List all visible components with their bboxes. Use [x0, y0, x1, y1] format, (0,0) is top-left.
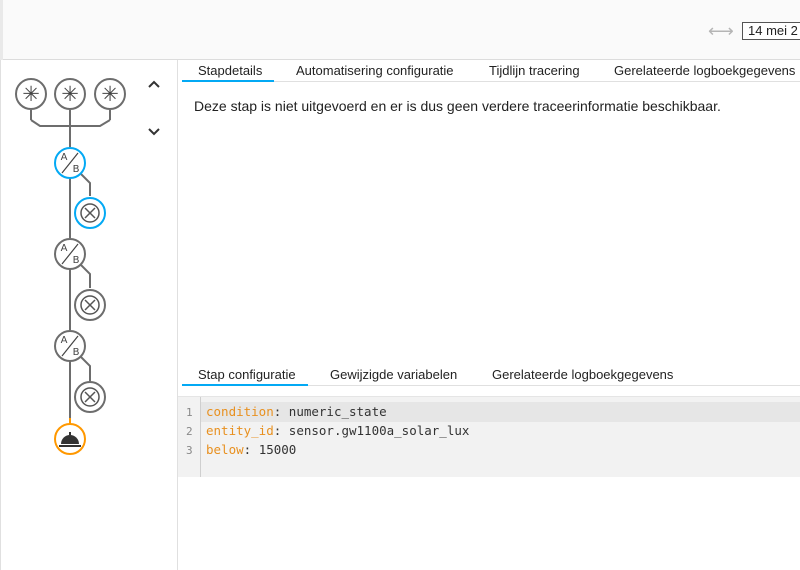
line-number-gutter: 1 2 3 — [178, 397, 201, 477]
date-field[interactable]: 14 mei 2 — [742, 22, 800, 40]
trace-details-panel: Stapdetails Automatisering configuratie … — [178, 60, 800, 570]
nav-down-button[interactable] — [143, 120, 165, 142]
toolbar-edge — [0, 0, 3, 60]
skip-node[interactable] — [74, 197, 106, 229]
yaml-value: 15000 — [251, 442, 297, 457]
yaml-code-editor[interactable]: 1 2 3 condition: numeric_state entity_id… — [178, 396, 800, 477]
svg-text:A: A — [61, 152, 68, 163]
trigger-node[interactable]: ✳ — [94, 78, 126, 110]
tab-related-logbook-bottom[interactable]: Gerelateerde logboekgegevens — [492, 367, 673, 383]
chevron-up-icon — [148, 80, 160, 88]
skip-node[interactable] — [74, 289, 106, 321]
yaml-value: sensor.gw1100a_solar_lux — [281, 423, 470, 438]
yaml-key: condition — [206, 404, 274, 419]
tab-trace-timeline[interactable]: Tijdlijn tracering — [489, 63, 580, 79]
line-number: 1 — [186, 406, 193, 419]
svg-text:A: A — [61, 335, 68, 346]
condition-node-active[interactable]: A B — [54, 147, 86, 179]
yaml-value: numeric_state — [281, 404, 387, 419]
bottom-tab-bar: Stap configuratie Gewijzigde variabelen … — [182, 364, 800, 386]
code-line: condition: numeric_state — [206, 404, 387, 419]
svg-text:B: B — [73, 347, 80, 358]
svg-text:B: B — [73, 164, 80, 175]
code-line: below: 15000 — [206, 442, 297, 457]
tab-step-config[interactable]: Stap configuratie — [182, 367, 308, 386]
svg-text:B: B — [73, 255, 80, 266]
tab-automation-config[interactable]: Automatisering configuratie — [296, 63, 454, 79]
tab-step-details[interactable]: Stapdetails — [181, 63, 275, 82]
top-toolbar: ⟷ 14 mei 2 — [0, 0, 800, 60]
skip-node[interactable] — [74, 381, 106, 413]
tab-changed-variables[interactable]: Gewijzigde variabelen — [330, 367, 457, 383]
asterisk-icon: ✳ — [61, 82, 79, 106]
chevron-down-icon — [148, 128, 160, 136]
asterisk-icon: ✳ — [22, 82, 40, 106]
double-arrow-icon: ⟷ — [708, 21, 734, 41]
action-node[interactable] — [54, 423, 86, 455]
svg-text:A: A — [61, 243, 68, 254]
code-line: entity_id: sensor.gw1100a_solar_lux — [206, 423, 470, 438]
trigger-node[interactable]: ✳ — [15, 78, 47, 110]
top-tab-bar: Stapdetails Automatisering configuratie … — [181, 60, 800, 82]
condition-node[interactable]: A B — [54, 238, 86, 270]
line-number: 3 — [186, 444, 193, 457]
line-number: 2 — [186, 425, 193, 438]
asterisk-icon: ✳ — [101, 82, 119, 106]
yaml-key: entity_id — [206, 423, 274, 438]
condition-node[interactable]: A B — [54, 330, 86, 362]
tab-related-logbook[interactable]: Gerelateerde logboekgegevens — [614, 63, 795, 79]
trace-graph-panel: ✳ ✳ ✳ A B A B A B — [0, 60, 178, 570]
trigger-node[interactable]: ✳ — [54, 78, 86, 110]
nav-up-button[interactable] — [143, 74, 165, 96]
yaml-key: below — [206, 442, 244, 457]
trace-message: Deze stap is niet uitgevoerd en er is du… — [194, 98, 721, 114]
